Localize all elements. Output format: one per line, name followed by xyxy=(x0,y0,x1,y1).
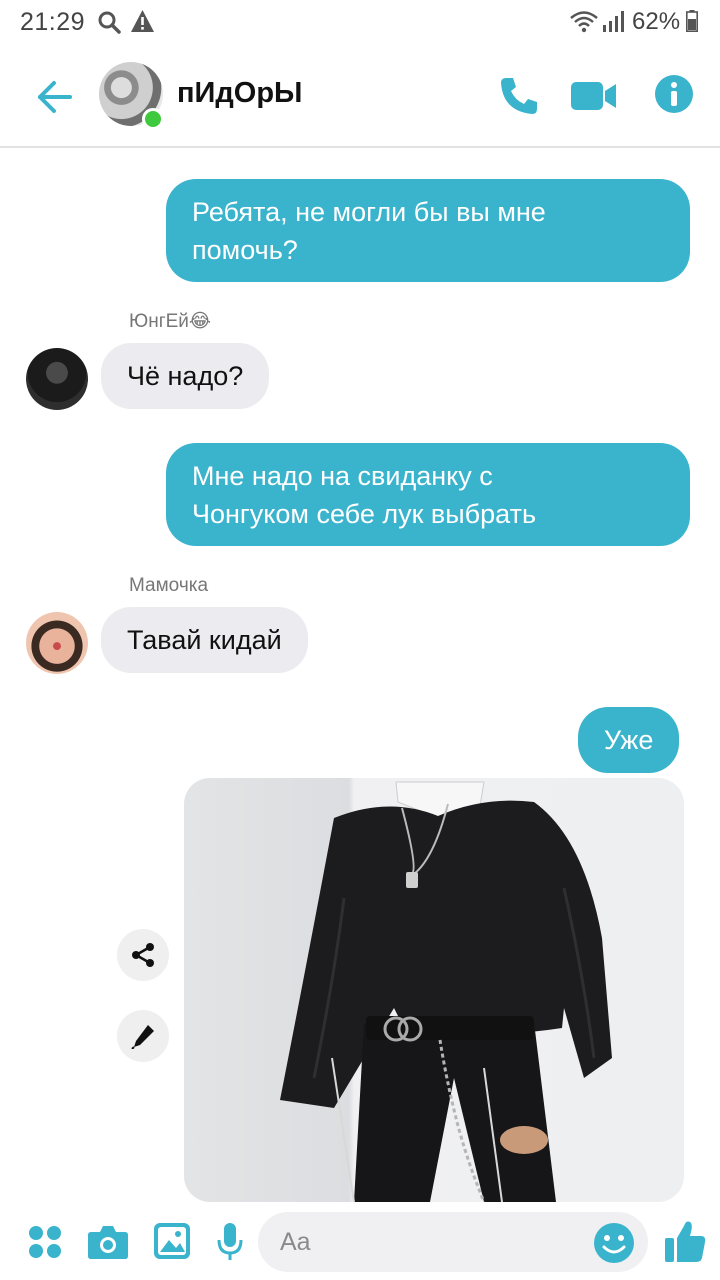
online-status-dot xyxy=(142,108,164,130)
battery-icon xyxy=(686,10,698,32)
message-text: Уже xyxy=(604,725,654,755)
message-bubble-outgoing[interactable]: Мне надо на свиданку с Чонгуком себе лук… xyxy=(166,443,690,546)
battery-percent: 62% xyxy=(632,8,681,35)
sender-avatar[interactable] xyxy=(26,348,88,410)
message-text: Тавай кидай xyxy=(127,625,282,655)
outfit-photo[interactable] xyxy=(184,778,684,1202)
emoji-icon[interactable] xyxy=(593,1222,635,1264)
message-line: Мне надо на свиданку с xyxy=(192,461,493,491)
chat-header: пИдОрЫ xyxy=(0,44,720,148)
sender-name: ЮнгЕй😂 xyxy=(129,311,212,332)
message-bubble-outgoing[interactable]: Ребята, не могли бы вы мне помочь? xyxy=(166,179,690,282)
message-bubble-incoming[interactable]: Тавай кидай xyxy=(101,607,308,673)
sender-avatar[interactable] xyxy=(26,612,88,674)
message-line: помочь? xyxy=(192,235,298,265)
apps-grid-icon[interactable] xyxy=(27,1224,63,1260)
edit-image-button[interactable] xyxy=(117,1010,169,1062)
wifi-icon xyxy=(570,11,598,33)
status-time: 21:29 xyxy=(20,8,86,36)
message-bubble-outgoing[interactable]: Уже xyxy=(578,707,680,773)
outfit-illustration xyxy=(280,781,612,1202)
chat-title[interactable]: пИдОрЫ xyxy=(177,77,302,110)
share-icon xyxy=(132,943,154,967)
video-camera-icon[interactable] xyxy=(570,78,618,114)
edit-pen-icon xyxy=(131,1025,154,1049)
signal-icon xyxy=(603,11,624,32)
status-bar: 21:29 62% xyxy=(0,0,720,44)
info-icon[interactable] xyxy=(654,74,694,114)
microphone-icon[interactable] xyxy=(216,1222,244,1262)
search-icon xyxy=(98,11,121,34)
phone-icon[interactable] xyxy=(497,74,541,118)
message-input[interactable] xyxy=(258,1212,648,1272)
message-text: Чё надо? xyxy=(127,361,244,391)
camera-icon[interactable] xyxy=(87,1224,129,1260)
back-arrow-icon[interactable] xyxy=(32,75,76,119)
sender-name: Мамочка xyxy=(129,575,209,596)
message-bubble-incoming[interactable]: Чё надо? xyxy=(101,343,270,409)
gallery-icon[interactable] xyxy=(153,1222,191,1260)
message-composer xyxy=(0,1204,720,1280)
message-line: Ребята, не могли бы вы мне xyxy=(192,197,546,227)
message-line: Чонгуком себе лук выбрать xyxy=(192,499,537,529)
warning-icon xyxy=(131,10,154,32)
thumbs-up-icon[interactable] xyxy=(664,1218,706,1264)
share-button[interactable] xyxy=(117,929,169,981)
